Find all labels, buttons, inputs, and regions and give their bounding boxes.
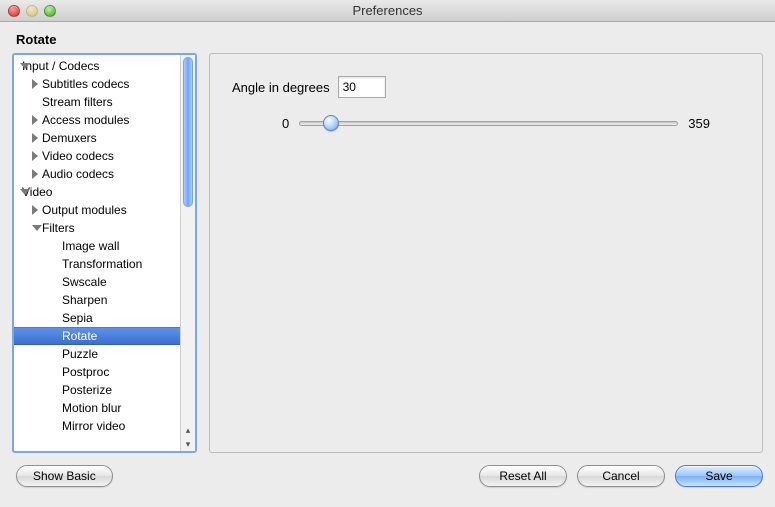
slider-track [299,121,678,126]
tree-item-label: Subtitles codecs [42,77,129,91]
tree-item-label: Image wall [62,239,119,253]
tree-item-label: Postproc [62,365,109,379]
page-title: Rotate [16,32,763,47]
tree-item-label: Posterize [62,383,112,397]
tree-item-label: Mirror video [62,419,125,433]
tree-item[interactable]: Input / Codecs [18,57,180,75]
tree-item-label: Demuxers [42,131,97,145]
disclosure-right-icon[interactable] [32,115,38,125]
save-button[interactable]: Save [675,465,763,487]
disclosure-right-icon[interactable] [32,205,38,215]
tree-item[interactable]: Output modules [18,201,180,219]
slider-min-label: 0 [282,116,289,131]
tree-item[interactable]: Video [18,183,180,201]
disclosure-right-icon[interactable] [32,169,38,179]
tree-item[interactable]: Access modules [18,111,180,129]
minimize-window-button[interactable] [26,5,38,17]
settings-panel: Angle in degrees 0 359 [209,53,763,453]
tree-item[interactable]: Filters [18,219,180,237]
tree-item-label: Sepia [62,311,93,325]
footer: Show Basic Reset All Cancel Save [0,453,775,487]
scrollbar-thumb[interactable] [183,57,193,207]
window-controls [8,5,56,17]
show-basic-button[interactable]: Show Basic [16,465,113,487]
tree-item-label: Puzzle [62,347,98,361]
scroll-up-button[interactable]: ▴ [181,423,195,437]
tree-item[interactable]: Motion blur [18,399,180,417]
angle-slider[interactable] [299,114,678,132]
tree-item[interactable]: Sepia [18,309,180,327]
tree-item[interactable]: Sharpen [18,291,180,309]
tree-item[interactable]: Video codecs [18,147,180,165]
disclosure-right-icon[interactable] [32,151,38,161]
window-title: Preferences [0,3,775,18]
disclosure-right-icon[interactable] [32,133,38,143]
disclosure-down-icon[interactable] [20,189,30,195]
tree-item[interactable]: Stream filters [18,93,180,111]
scroll-down-button[interactable]: ▾ [181,437,195,451]
tree-item-label: Sharpen [62,293,107,307]
tree-item[interactable]: Transformation [18,255,180,273]
titlebar: Preferences [0,0,775,22]
tree-item-label: Filters [42,221,75,235]
tree-item[interactable]: Mirror video [18,417,180,435]
tree-item[interactable]: Swscale [18,273,180,291]
tree-item[interactable]: Audio codecs [18,165,180,183]
cancel-button[interactable]: Cancel [577,465,665,487]
category-tree-list[interactable]: Input / Codecs Subtitles codecs Stream fil… [14,55,180,451]
tree-item[interactable]: Rotate [14,327,180,345]
disclosure-down-icon[interactable] [32,225,42,231]
tree-item-label: Motion blur [62,401,121,415]
tree-item[interactable]: Demuxers [18,129,180,147]
category-tree: Input / Codecs Subtitles codecs Stream fil… [12,53,197,453]
tree-item[interactable]: Puzzle [18,345,180,363]
tree-item-label: Rotate [62,329,97,343]
slider-max-label: 359 [688,116,710,131]
tree-item-label: Access modules [42,113,129,127]
disclosure-right-icon[interactable] [32,79,38,89]
tree-item[interactable]: Postproc [18,363,180,381]
tree-item[interactable]: Image wall [18,237,180,255]
slider-thumb[interactable] [323,115,339,131]
angle-input[interactable] [338,76,386,98]
tree-item[interactable]: Subtitles codecs [18,75,180,93]
tree-item-label: Video codecs [42,149,114,163]
close-window-button[interactable] [8,5,20,17]
tree-item-label: Input / Codecs [22,59,99,73]
tree-item[interactable]: Posterize [18,381,180,399]
tree-scrollbar[interactable]: ▴ ▾ [180,55,195,451]
tree-item-label: Output modules [42,203,127,217]
tree-item-label: Stream filters [42,95,113,109]
zoom-window-button[interactable] [44,5,56,17]
disclosure-down-icon[interactable] [20,63,30,69]
reset-all-button[interactable]: Reset All [479,465,567,487]
tree-item-label: Swscale [62,275,107,289]
angle-label: Angle in degrees [232,80,330,95]
tree-item-label: Transformation [62,257,142,271]
tree-item-label: Audio codecs [42,167,114,181]
